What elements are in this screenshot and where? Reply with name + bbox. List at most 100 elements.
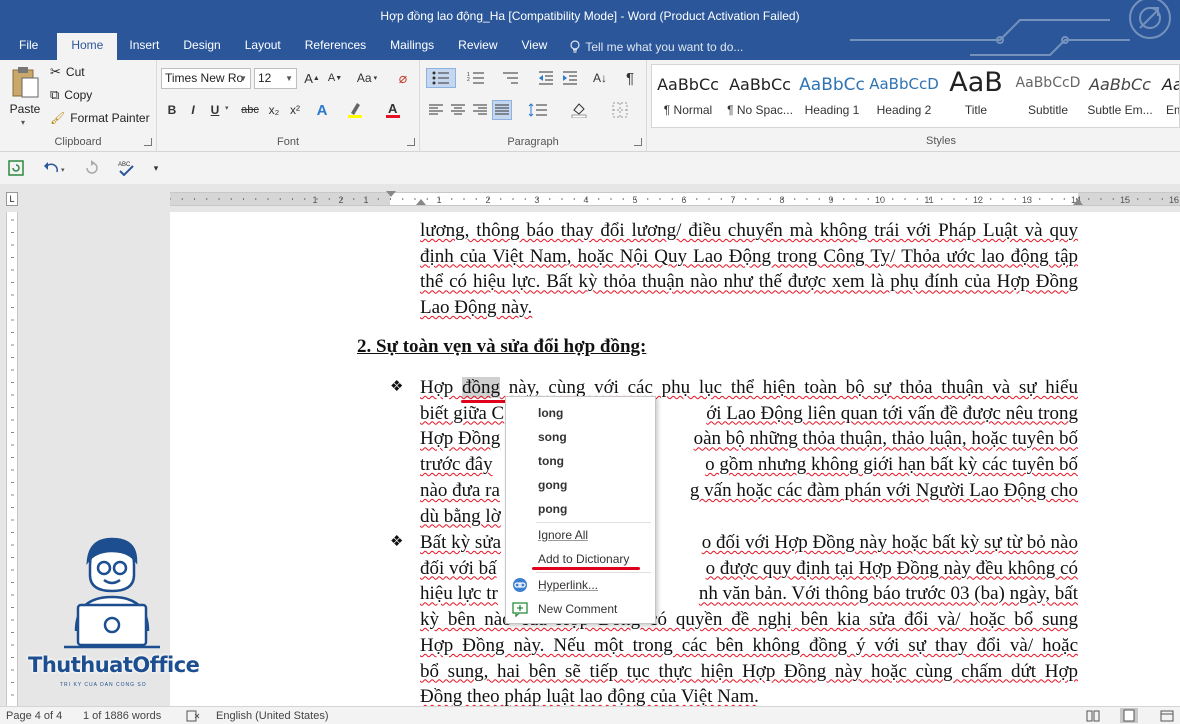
horizontal-ruler[interactable]: 1211234567891011121314151617 — [170, 191, 1180, 206]
bullet-1-line-2-b: ới Lao Động liên quan tới vấn đề được nê… — [706, 402, 1078, 424]
tab-layout[interactable]: Layout — [233, 33, 293, 60]
subscript-button[interactable]: x₂ — [264, 100, 284, 120]
styles-gallery: AaBbCc ¶ Normal AaBbCc ¶ No Spac... AaBb… — [651, 64, 1180, 128]
tab-view[interactable]: View — [510, 33, 560, 60]
page-indicator[interactable]: Page 4 of 4 — [6, 710, 62, 722]
font-dialog-launcher-icon[interactable] — [407, 138, 415, 146]
selected-word-highlight-underline — [461, 400, 507, 403]
change-case-button[interactable]: Aa ▾ — [353, 68, 381, 88]
font-color-icon[interactable]: A — [383, 100, 403, 120]
sort-icon[interactable]: A↓ — [590, 68, 610, 88]
tell-me-box[interactable]: Tell me what you want to do... — [559, 33, 755, 60]
tab-design[interactable]: Design — [171, 33, 232, 60]
copy-button[interactable]: ⧉ Copy — [50, 85, 92, 105]
clear-formatting-button[interactable]: ⌀ — [393, 68, 413, 88]
spelling-context-menu: long song tong gong pong Ignore All Add … — [505, 396, 656, 624]
highlight-color-icon[interactable] — [345, 100, 365, 120]
ruler-label: 1 — [363, 195, 368, 205]
bullet-1-line-4-a: trước đây — [420, 454, 493, 476]
multilevel-list-icon[interactable] — [496, 68, 524, 88]
style-subtle-emphasis[interactable]: AaBbCc Subtle Em... — [1084, 65, 1156, 127]
font-family-select[interactable]: Times New Ro ▼ — [161, 68, 251, 89]
bullets-icon[interactable] — [426, 68, 456, 88]
suggestion-tong[interactable]: tong — [506, 449, 655, 473]
tab-file[interactable]: File — [0, 33, 57, 60]
suggestion-song[interactable]: song — [506, 425, 655, 449]
style-no-spacing[interactable]: AaBbCc ¶ No Spac... — [724, 65, 796, 127]
save-icon[interactable] — [6, 158, 26, 178]
numbering-icon[interactable]: 12 — [462, 68, 490, 88]
style-subtitle-preview: AaBbCcD — [1015, 75, 1081, 91]
clipboard-dialog-launcher-icon[interactable] — [144, 138, 152, 146]
underline-button[interactable]: U — [205, 100, 225, 120]
web-layout-icon[interactable] — [1160, 710, 1174, 724]
ignore-all-menu-item[interactable]: Ignore All — [506, 523, 655, 547]
tab-review[interactable]: Review — [446, 33, 509, 60]
shading-icon[interactable] — [566, 100, 594, 120]
text-effects-icon[interactable]: A — [312, 100, 332, 120]
undo-icon[interactable]: ▾ — [40, 158, 70, 178]
ruler-ticks: 1211234567891011121314151617 — [170, 195, 1179, 205]
show-formatting-marks-icon[interactable]: ¶ — [620, 68, 640, 88]
shrink-font-button[interactable]: A ▼ — [325, 68, 345, 88]
suggestion-pong[interactable]: pong — [506, 497, 655, 521]
document-page[interactable]: lương, thông báo thay đổi lương/ điều ch… — [170, 212, 1180, 706]
lightbulb-icon — [570, 39, 580, 53]
italic-button[interactable]: I — [183, 100, 203, 120]
style-emphasis[interactable]: Aa Em — [1156, 65, 1179, 127]
align-left-icon[interactable] — [426, 100, 446, 120]
add-to-dictionary-label: Add to Dictionary — [538, 552, 630, 566]
align-center-icon[interactable] — [448, 100, 468, 120]
borders-icon[interactable] — [606, 100, 634, 120]
first-line-indent-marker[interactable] — [386, 191, 396, 197]
paste-button[interactable]: Paste ▾ — [6, 64, 44, 128]
justify-icon[interactable] — [492, 100, 512, 120]
chevron-down-icon: ▼ — [285, 74, 293, 83]
quick-access-toolbar: ▾ ABC ▾ — [0, 152, 1180, 184]
redo-icon[interactable] — [82, 158, 102, 178]
suggestion-long[interactable]: long — [506, 401, 655, 425]
underline-dropdown-icon[interactable]: ▾ — [225, 104, 229, 112]
bullet-2-line-6: bổ sung, hai bên sẽ tiếp tục thực hiện H… — [420, 659, 1078, 685]
new-comment-label: New Comment — [538, 602, 618, 616]
customize-toolbar-icon[interactable]: ▾ — [146, 158, 166, 178]
paste-label: Paste — [9, 102, 41, 116]
strikethrough-button[interactable]: abc — [239, 100, 261, 120]
increase-indent-icon[interactable] — [560, 68, 580, 88]
style-heading-1[interactable]: AaBbCc Heading 1 — [796, 65, 868, 127]
spelling-check-icon[interactable]: ABC — [116, 158, 136, 178]
tab-insert[interactable]: Insert — [117, 33, 171, 60]
style-subtitle[interactable]: AaBbCcD Subtitle — [1012, 65, 1084, 127]
decrease-indent-icon[interactable] — [536, 68, 556, 88]
cut-button[interactable]: ✂ Cut — [50, 62, 85, 82]
superscript-button[interactable]: x² — [285, 100, 305, 120]
read-mode-icon[interactable] — [1086, 710, 1100, 724]
style-heading-2[interactable]: AaBbCcD Heading 2 — [868, 65, 940, 127]
suggestion-gong[interactable]: gong — [506, 473, 655, 497]
tab-home[interactable]: Home — [57, 33, 118, 60]
tab-references[interactable]: References — [293, 33, 378, 60]
style-normal[interactable]: AaBbCc ¶ Normal — [652, 65, 724, 127]
tab-mailings[interactable]: Mailings — [378, 33, 446, 60]
proofing-icon[interactable] — [186, 710, 200, 724]
align-right-icon[interactable] — [470, 100, 490, 120]
word-count[interactable]: 1 of 1886 words — [83, 710, 161, 722]
bullet-1-line-1-b: này, cùng với các phụ lục thể hiện toàn … — [500, 377, 1078, 398]
ruler-label: 9 — [828, 195, 833, 205]
font-size-select[interactable]: 12 ▼ — [254, 68, 297, 89]
style-title[interactable]: AaB Title — [940, 65, 1012, 127]
paragraph-dialog-launcher-icon[interactable] — [634, 138, 642, 146]
grow-font-button[interactable]: A ▲ — [302, 68, 322, 88]
hanging-indent-marker[interactable] — [416, 199, 426, 205]
line-spacing-icon[interactable] — [524, 100, 552, 120]
misspelled-word-selected[interactable]: đồng — [462, 377, 500, 398]
print-layout-icon[interactable] — [1120, 708, 1138, 724]
language-indicator[interactable]: English (United States) — [216, 710, 329, 722]
hyperlink-menu-item[interactable]: Hyperlink... — [506, 573, 655, 597]
format-painter-button[interactable]: 🖌 Format Painter — [50, 108, 150, 128]
bold-button[interactable]: B — [162, 100, 182, 120]
tab-selector-icon[interactable]: L — [6, 192, 18, 206]
new-comment-menu-item[interactable]: New Comment — [506, 597, 655, 621]
vertical-ruler[interactable] — [6, 212, 18, 706]
right-indent-marker[interactable] — [1073, 199, 1083, 205]
